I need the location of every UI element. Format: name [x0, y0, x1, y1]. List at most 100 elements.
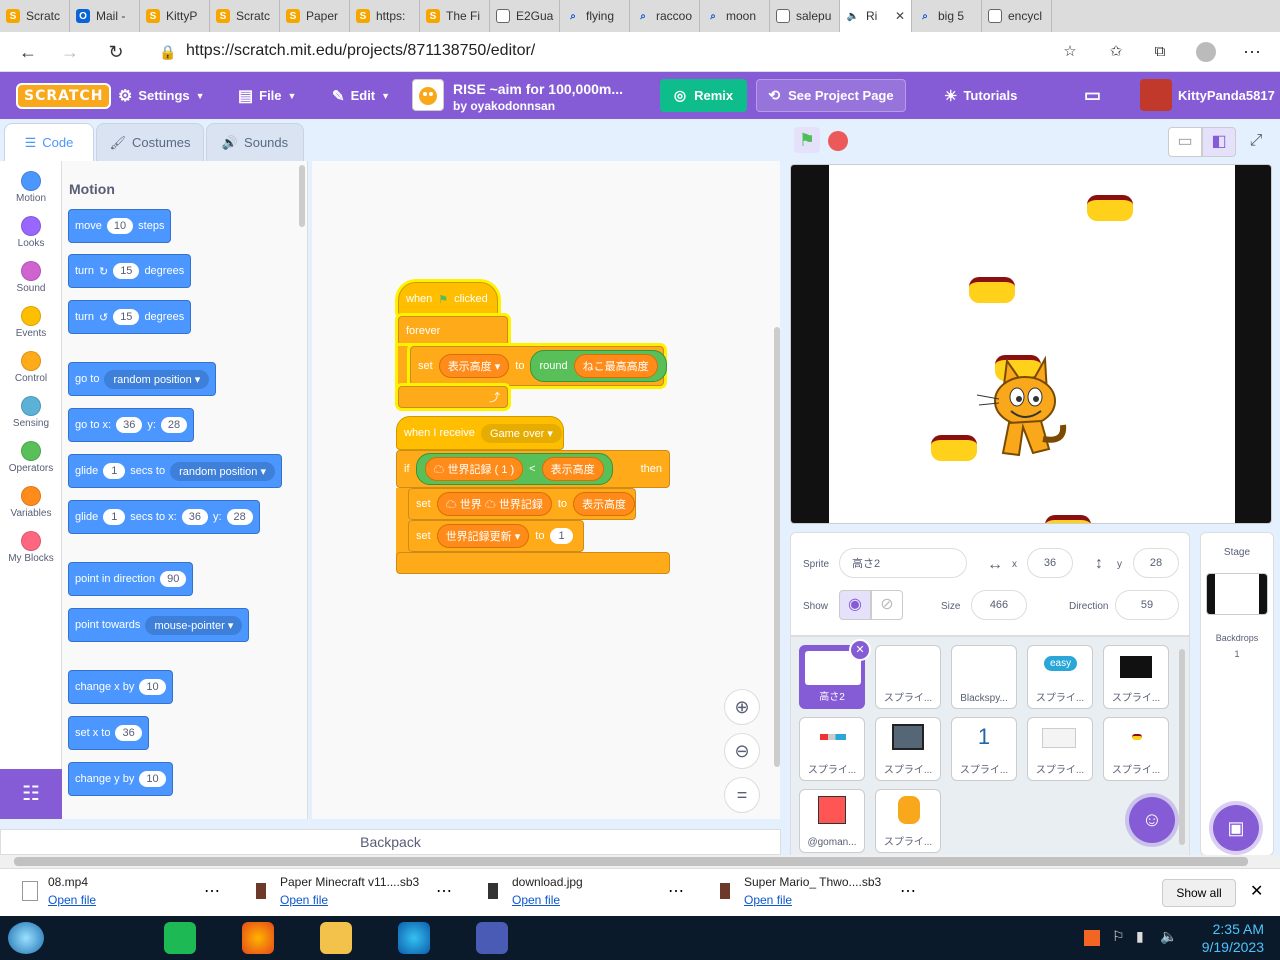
- block-forever[interactable]: forever: [398, 316, 508, 346]
- block-set-world-record[interactable]: set ☁ 世界 ☁ 世界記録 to 表示高度: [408, 488, 636, 520]
- show-all-button[interactable]: Show all: [1162, 879, 1236, 907]
- sprite-tile[interactable]: @goman...: [799, 789, 865, 853]
- more-icon[interactable]: ⋯: [900, 881, 916, 901]
- backpack[interactable]: Backpack: [0, 829, 781, 855]
- browser-tab[interactable]: S Scratc: [0, 0, 70, 32]
- spotify-icon[interactable]: [164, 922, 196, 954]
- close-icon[interactable]: ✕: [1250, 881, 1263, 901]
- clock[interactable]: 2:35 AM 9/19/2023: [1202, 920, 1264, 956]
- account-menu[interactable]: KittyPanda5817 ▼: [1178, 72, 1280, 119]
- avatar[interactable]: [1140, 79, 1172, 111]
- browser-tab[interactable]: S The Fi: [420, 0, 490, 32]
- more-icon[interactable]: ⋯: [204, 881, 220, 901]
- browser-tab[interactable]: ⌕ big 5: [912, 0, 982, 32]
- block-move-steps[interactable]: move 10 steps: [68, 209, 172, 243]
- sprite-tile-selected[interactable]: 高さ2 ✕: [799, 639, 871, 709]
- category-control[interactable]: Control: [0, 351, 62, 384]
- small-stage-button[interactable]: ▭: [1168, 127, 1202, 157]
- zoom-out-button[interactable]: ⊖: [724, 733, 760, 769]
- category-variables[interactable]: Variables: [0, 486, 62, 519]
- browser-tab[interactable]: encycl: [982, 0, 1052, 32]
- browser-tab[interactable]: O Mail -: [70, 0, 140, 32]
- block-point-direction[interactable]: point in direction 90: [68, 562, 194, 596]
- block-change-x[interactable]: change x by 10: [68, 670, 173, 704]
- edge-icon[interactable]: [398, 922, 430, 954]
- category-operators[interactable]: Operators: [0, 441, 62, 474]
- browser-tab[interactable]: E2Gua: [490, 0, 560, 32]
- category-my-blocks[interactable]: My Blocks: [0, 531, 62, 564]
- category-motion[interactable]: Motion: [0, 171, 62, 204]
- see-project-page-button[interactable]: ⟲ See Project Page: [756, 79, 906, 112]
- block-turn-left[interactable]: turn ↺ 15 degrees: [68, 300, 192, 334]
- browser-tab[interactable]: S KittyP: [140, 0, 210, 32]
- file-menu[interactable]: ▤ File ▼: [238, 72, 296, 119]
- tab-costumes[interactable]: 🖌 Costumes: [96, 123, 204, 161]
- refresh-icon[interactable]: ↻: [104, 40, 128, 64]
- block-if-then[interactable]: if ☁ 世界記録 ( 1 ) < 表示高度 then: [396, 450, 670, 488]
- stop-button[interactable]: [828, 131, 848, 151]
- browser-tab[interactable]: S Scratc: [210, 0, 280, 32]
- tab-code[interactable]: ☰ Code: [4, 123, 94, 161]
- category-sensing[interactable]: Sensing: [0, 396, 62, 429]
- scroll-thumb[interactable]: [14, 857, 1248, 866]
- block-point-towards[interactable]: point towards mouse-pointer ▾: [68, 608, 250, 642]
- sprite-tile[interactable]: スプライ...: [875, 717, 941, 781]
- back-icon[interactable]: ←: [16, 40, 40, 64]
- direction-input[interactable]: 59: [1115, 590, 1179, 620]
- large-stage-button[interactable]: ◧: [1202, 127, 1236, 157]
- url-field[interactable]: https://scratch.mit.edu/projects/8711387…: [186, 42, 535, 60]
- sprite-tile[interactable]: easy スプライ...: [1027, 645, 1093, 709]
- block-set-x[interactable]: set x to 36: [68, 716, 149, 750]
- block-go-to[interactable]: go to random position ▾: [68, 362, 217, 396]
- start-button[interactable]: [8, 922, 44, 954]
- project-title[interactable]: RISE ~aim for 100,000m...: [453, 81, 623, 97]
- sprite-list-scrollbar[interactable]: [1179, 649, 1185, 845]
- green-flag-button[interactable]: ⚑: [794, 127, 820, 153]
- file-explorer-icon[interactable]: [320, 922, 352, 954]
- more-icon[interactable]: ⋯: [436, 881, 452, 901]
- add-extension-button[interactable]: ☷: [0, 769, 62, 819]
- add-favorite-icon[interactable]: ☆: [1058, 40, 1082, 64]
- volume-icon[interactable]: 🔈: [1160, 928, 1177, 945]
- sprite-tile[interactable]: スプライ...: [875, 789, 941, 853]
- category-looks[interactable]: Looks: [0, 216, 62, 249]
- delete-sprite-button[interactable]: ✕: [849, 639, 871, 661]
- sprite-tile[interactable]: スプライ...: [1103, 645, 1169, 709]
- close-icon[interactable]: ✕: [895, 9, 905, 23]
- edit-menu[interactable]: ✎ Edit ▼: [332, 72, 390, 119]
- browser-tab[interactable]: Shttps:: [350, 0, 420, 32]
- block-when-i-receive[interactable]: when I receive Game over ▾: [396, 416, 564, 450]
- palette-scrollbar[interactable]: [299, 165, 305, 227]
- browser-tab-active[interactable]: 🔈 Ri ✕: [840, 0, 912, 32]
- forward-icon[interactable]: →: [58, 40, 82, 64]
- firefox-icon[interactable]: [242, 922, 274, 954]
- sprite-tile[interactable]: 1 スプライ...: [951, 717, 1017, 781]
- choose-sprite-button[interactable]: ☺: [1129, 797, 1175, 843]
- download-item[interactable]: download.jpg Open file: [512, 875, 583, 907]
- app-icon[interactable]: [476, 922, 508, 954]
- sprite-tile[interactable]: スプライ...: [875, 645, 941, 709]
- stage[interactable]: [790, 164, 1272, 524]
- browser-tab[interactable]: salepu: [770, 0, 840, 32]
- fullscreen-button[interactable]: ⤢: [1244, 129, 1268, 153]
- download-item[interactable]: Super Mario_ Thwo....sb3 Open file: [744, 875, 881, 907]
- sprite-tile[interactable]: Blackspy...: [951, 645, 1017, 709]
- zoom-reset-button[interactable]: =: [724, 777, 760, 813]
- workspace-scrollbar[interactable]: [774, 327, 780, 767]
- browser-tab[interactable]: S Paper: [280, 0, 350, 32]
- browser-tab[interactable]: ⌕ moon: [700, 0, 770, 32]
- hide-sprite-button[interactable]: ⊘: [871, 590, 903, 620]
- sprite-tile[interactable]: スプライ...: [799, 717, 865, 781]
- my-stuff-folder[interactable]: ▭: [1084, 72, 1101, 119]
- browser-tab[interactable]: ⌕ flying: [560, 0, 630, 32]
- collections-icon[interactable]: ⧉: [1148, 40, 1172, 64]
- favorites-icon[interactable]: ✩: [1104, 40, 1128, 64]
- download-item[interactable]: 08.mp4 Open file: [48, 875, 96, 907]
- y-input[interactable]: 28: [1133, 548, 1179, 578]
- block-turn-right[interactable]: turn ↻ 15 degrees: [68, 254, 192, 288]
- more-icon[interactable]: ⋯: [1240, 40, 1264, 64]
- block-glide-to[interactable]: glide 1 secs to random position ▾: [68, 454, 282, 488]
- code-workspace[interactable]: when ⚑ clicked forever set 表示高度 ▾ to rou…: [312, 161, 780, 819]
- block-set-record-updated[interactable]: set 世界記録更新 ▾ to 1: [408, 520, 584, 552]
- block-go-to-xy[interactable]: go to x: 36 y: 28: [68, 408, 195, 442]
